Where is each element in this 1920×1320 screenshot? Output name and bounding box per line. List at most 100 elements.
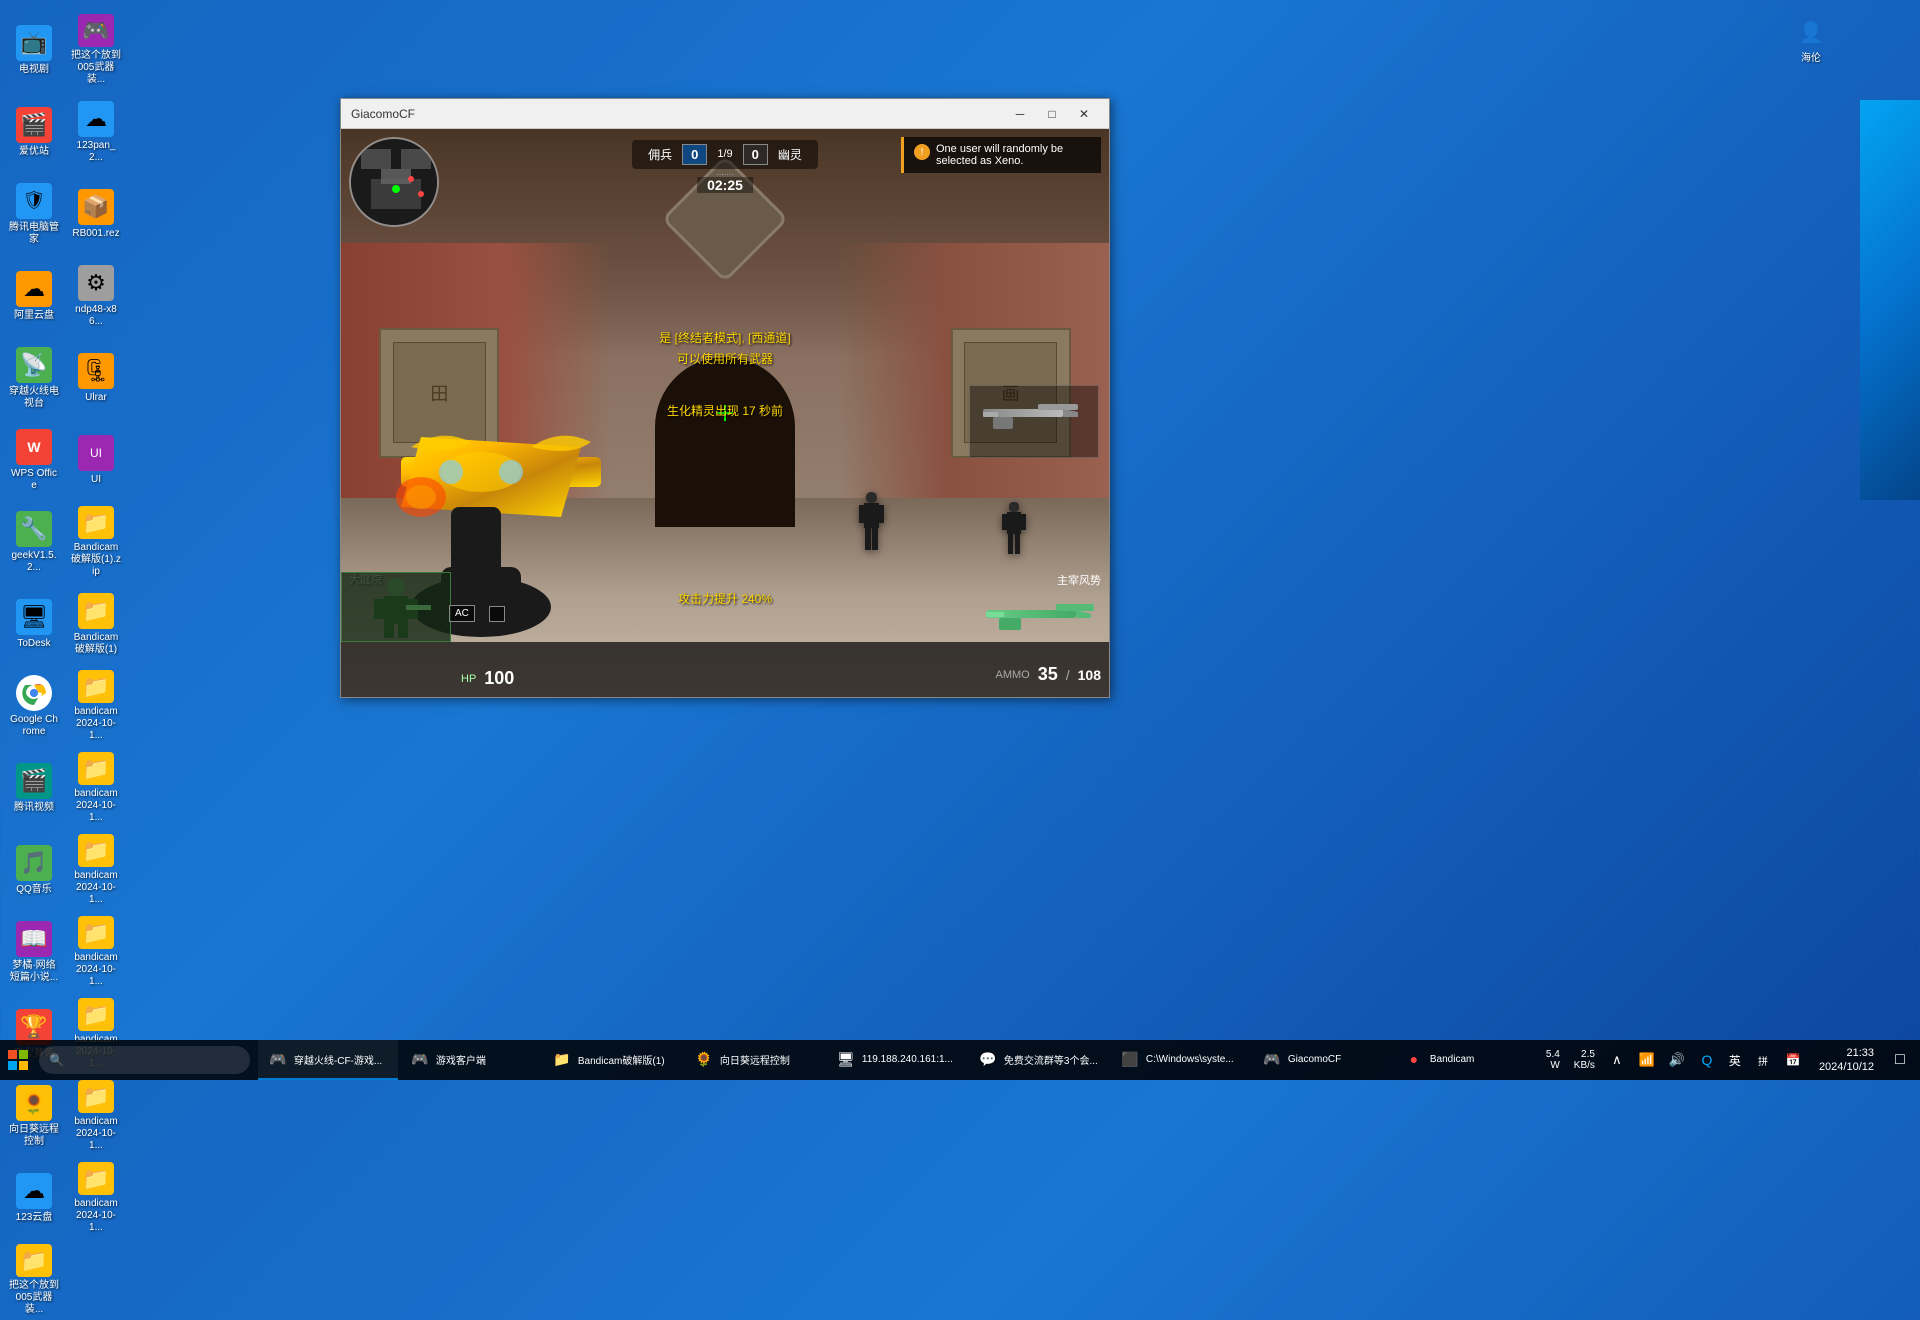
hp-label: HP [461, 673, 476, 685]
giacomocf-icon: 🎮 [1262, 1049, 1282, 1069]
tray-network-icon[interactable]: 📶 [1635, 1040, 1659, 1080]
taskbar: 🔍 🎮 穿越火线-CF-游戏... 🎮 游戏客户端 📁 Bandicam破解版(… [0, 1040, 1920, 1080]
tray-expand-icon[interactable]: ∧ [1605, 1040, 1629, 1080]
desktop-icon-ulrar[interactable]: 🗜 Ulrar [67, 338, 125, 418]
window-title: GiacomoCF [351, 107, 1005, 121]
desktop-icon-mengtu[interactable]: 📖 梦橘·网络短篇小说... [5, 912, 63, 992]
tray-network-speed[interactable]: 2.5 KB/s [1570, 1049, 1599, 1071]
desktop-icon-pcmanager[interactable]: 🛡 腾讯电脑管家 [5, 174, 63, 254]
taskbar-item-sunflower[interactable]: 🌻 向日葵远程控制 [684, 1040, 824, 1080]
desktop-icon-bandicam2[interactable]: 📁 Bandicam破解版(1) [67, 584, 125, 664]
hud-ammo-display: AMMO 35 / 108 [995, 664, 1101, 685]
hud-bottom-bar [341, 642, 1109, 697]
tray-clock: 21:33 [1846, 1046, 1874, 1060]
taskbar-item-gameclient[interactable]: 🎮 游戏客户端 [400, 1040, 540, 1080]
desktop-icon-qqmusic[interactable]: 🎵 QQ音乐 [5, 830, 63, 910]
cmd-icon: ⬛ [1120, 1049, 1140, 1069]
bandicam-icon: ● [1404, 1049, 1424, 1069]
start-button[interactable] [0, 1040, 35, 1080]
window-titlebar: GiacomoCF ─ □ ✕ [341, 99, 1109, 129]
hp-value: 100 [484, 668, 514, 689]
desktop-icons-area: 📺 电视剧 🎮 把这个放到005武器装... 🎬 爱优站 ☁ 123pan_2.… [0, 0, 130, 760]
ac-badge: AC [449, 605, 475, 622]
tray-battery[interactable]: 5.4 W [1542, 1049, 1564, 1071]
close-button[interactable]: ✕ [1069, 104, 1099, 124]
maximize-button[interactable]: □ [1037, 104, 1067, 124]
desktop-icon-googlechrome[interactable]: Google Chrome [5, 666, 63, 746]
player-character-panel [341, 572, 451, 642]
tray-language[interactable]: 英 [1725, 1052, 1745, 1069]
desktop-icon-dianshi[interactable]: 📺 电视剧 [5, 10, 63, 90]
enemy-1 [854, 492, 889, 567]
taskbar-item-qqgroup[interactable]: 💬 免费交流群等3个会... [968, 1040, 1108, 1080]
ac-label: AC [455, 608, 469, 619]
corner-icon-label: 海伦 [1801, 53, 1821, 65]
taskbar-item-remoteip[interactable]: 🖥 119.188.240.161:1... [826, 1040, 966, 1080]
enemy-2 [999, 502, 1029, 567]
tray-time[interactable]: 21:33 2024/10/12 [1811, 1046, 1882, 1075]
taskbar-search[interactable]: 🔍 [39, 1046, 250, 1074]
desktop-icon-bandicam3[interactable]: 📁 bandicam 2024-10-1... [67, 666, 125, 746]
cf-game-icon: 🎮 [268, 1049, 288, 1069]
scene-door [655, 357, 795, 527]
hud-notification: ! One user will randomly be selected as … [901, 137, 1101, 173]
weapon-display: 主宰风势 [981, 572, 1101, 637]
system-tray: 5.4 W 2.5 KB/s ∧ 📶 🔊 Q 英 拼 📅 21:33 2024/… [1534, 1040, 1920, 1080]
qq-icon: 💬 [978, 1049, 998, 1069]
window-controls: ─ □ ✕ [1005, 104, 1099, 124]
desktop-icon-ndp48[interactable]: ⚙ ndp48-x86... [67, 256, 125, 336]
desktop-icon-bazhege2[interactable]: 📁 把这个放到005武器装... [5, 1240, 63, 1320]
taskbar-item-cfgame[interactable]: 🎮 穿越火线-CF-游戏... [258, 1040, 398, 1080]
desktop-icon-alibaba[interactable]: ☁ 阿里云盘 [5, 256, 63, 336]
tray-qq-icon[interactable]: Q [1695, 1040, 1719, 1080]
tray-notifications-icon[interactable]: □ [1888, 1040, 1912, 1080]
desktop-icon-123cloud[interactable]: ☁ 123云盘 [5, 1158, 63, 1238]
desktop-icon-bandicam6[interactable]: 📁 bandicam 2024-10-1... [67, 912, 125, 992]
desktop-icon-rb001[interactable]: 📦 RB001.rez [67, 174, 125, 254]
user-corner-icon: 👤 海伦 [1782, 10, 1840, 69]
desktop-icon-bandicam9[interactable]: 📁 bandicam 2024-10-1... [67, 1158, 125, 1238]
game-viewport[interactable]: 田 画 [341, 129, 1109, 697]
hud-dots: ....... [697, 167, 753, 177]
game-window: GiacomoCF ─ □ ✕ [340, 98, 1110, 698]
taskbar-item-bandicamcrack[interactable]: 📁 Bandicam破解版(1) [542, 1040, 682, 1080]
desktop-icon-tengxunsp[interactable]: 🎬 腾讯视频 [5, 748, 63, 828]
remote-icon: 🖥 [836, 1049, 856, 1069]
desktop-icon-123pan[interactable]: ☁ 123pan_2... [67, 92, 125, 172]
taskbar-item-giacomocf[interactable]: 🎮 GiacomoCF [1252, 1040, 1392, 1080]
desktop-icon-bandicam5[interactable]: 📁 bandicam 2024-10-1... [67, 830, 125, 910]
weapon-select-panel [969, 385, 1099, 458]
hud-bio-msg: 生化精灵出现 17 秒前 [667, 402, 783, 419]
desktop-icon-wps[interactable]: W WPS Office [5, 420, 63, 500]
windows-light-decoration [1860, 100, 1920, 500]
hud-timer-area: ....... 02:25 [697, 167, 753, 193]
desktop-icon-cftv[interactable]: 📡 穿越火线电视台 [5, 338, 63, 418]
tray-ime-icon[interactable]: 拼 [1751, 1040, 1775, 1080]
notif-icon: ! [914, 144, 930, 160]
ammo-label: AMMO [995, 669, 1029, 681]
desktop-icon-geekv[interactable]: 🔧 geekV1.5.2... [5, 502, 63, 582]
ac-box [489, 606, 505, 622]
game-client-icon: 🎮 [410, 1049, 430, 1069]
minimize-button[interactable]: ─ [1005, 104, 1035, 124]
bandicam-crack-icon: 📁 [552, 1049, 572, 1069]
hud-hp-display: HP 100 [461, 668, 514, 689]
hud-timer: 02:25 [697, 177, 753, 193]
ammo-current: 35 [1038, 664, 1058, 685]
desktop-icon-bandicam4[interactable]: 📁 bandicam 2024-10-1... [67, 748, 125, 828]
weapon-image [981, 592, 1101, 637]
desktop-icon-bandicam1[interactable]: 📁 Bandicam破解版(1).zip [67, 502, 125, 582]
desktop-icon-bandicam8[interactable]: 📁 bandicam 2024-10-1... [67, 1076, 125, 1156]
desktop-icon-ui[interactable]: UI UI [67, 420, 125, 500]
notif-text: One user will randomly be selected as Xe… [936, 143, 1091, 167]
desktop-icon-youtu[interactable]: 🎬 爱优站 [5, 92, 63, 172]
tray-volume-icon[interactable]: 🔊 [1665, 1040, 1689, 1080]
tray-calendar-icon[interactable]: 📅 [1781, 1040, 1805, 1080]
weapon-name: 主宰风势 [1057, 572, 1101, 588]
minimap [349, 137, 439, 227]
desktop-icon-bazhege[interactable]: 🎮 把这个放到005武器装... [67, 10, 125, 90]
desktop-icon-aiyuan[interactable]: 🌻 向日葵远程控制 [5, 1076, 63, 1156]
desktop-icon-todesk[interactable]: 🖥 ToDesk [5, 584, 63, 664]
taskbar-item-bandicam[interactable]: ● Bandicam [1394, 1040, 1534, 1080]
taskbar-item-cmd[interactable]: ⬛ C:\Windows\syste... [1110, 1040, 1250, 1080]
